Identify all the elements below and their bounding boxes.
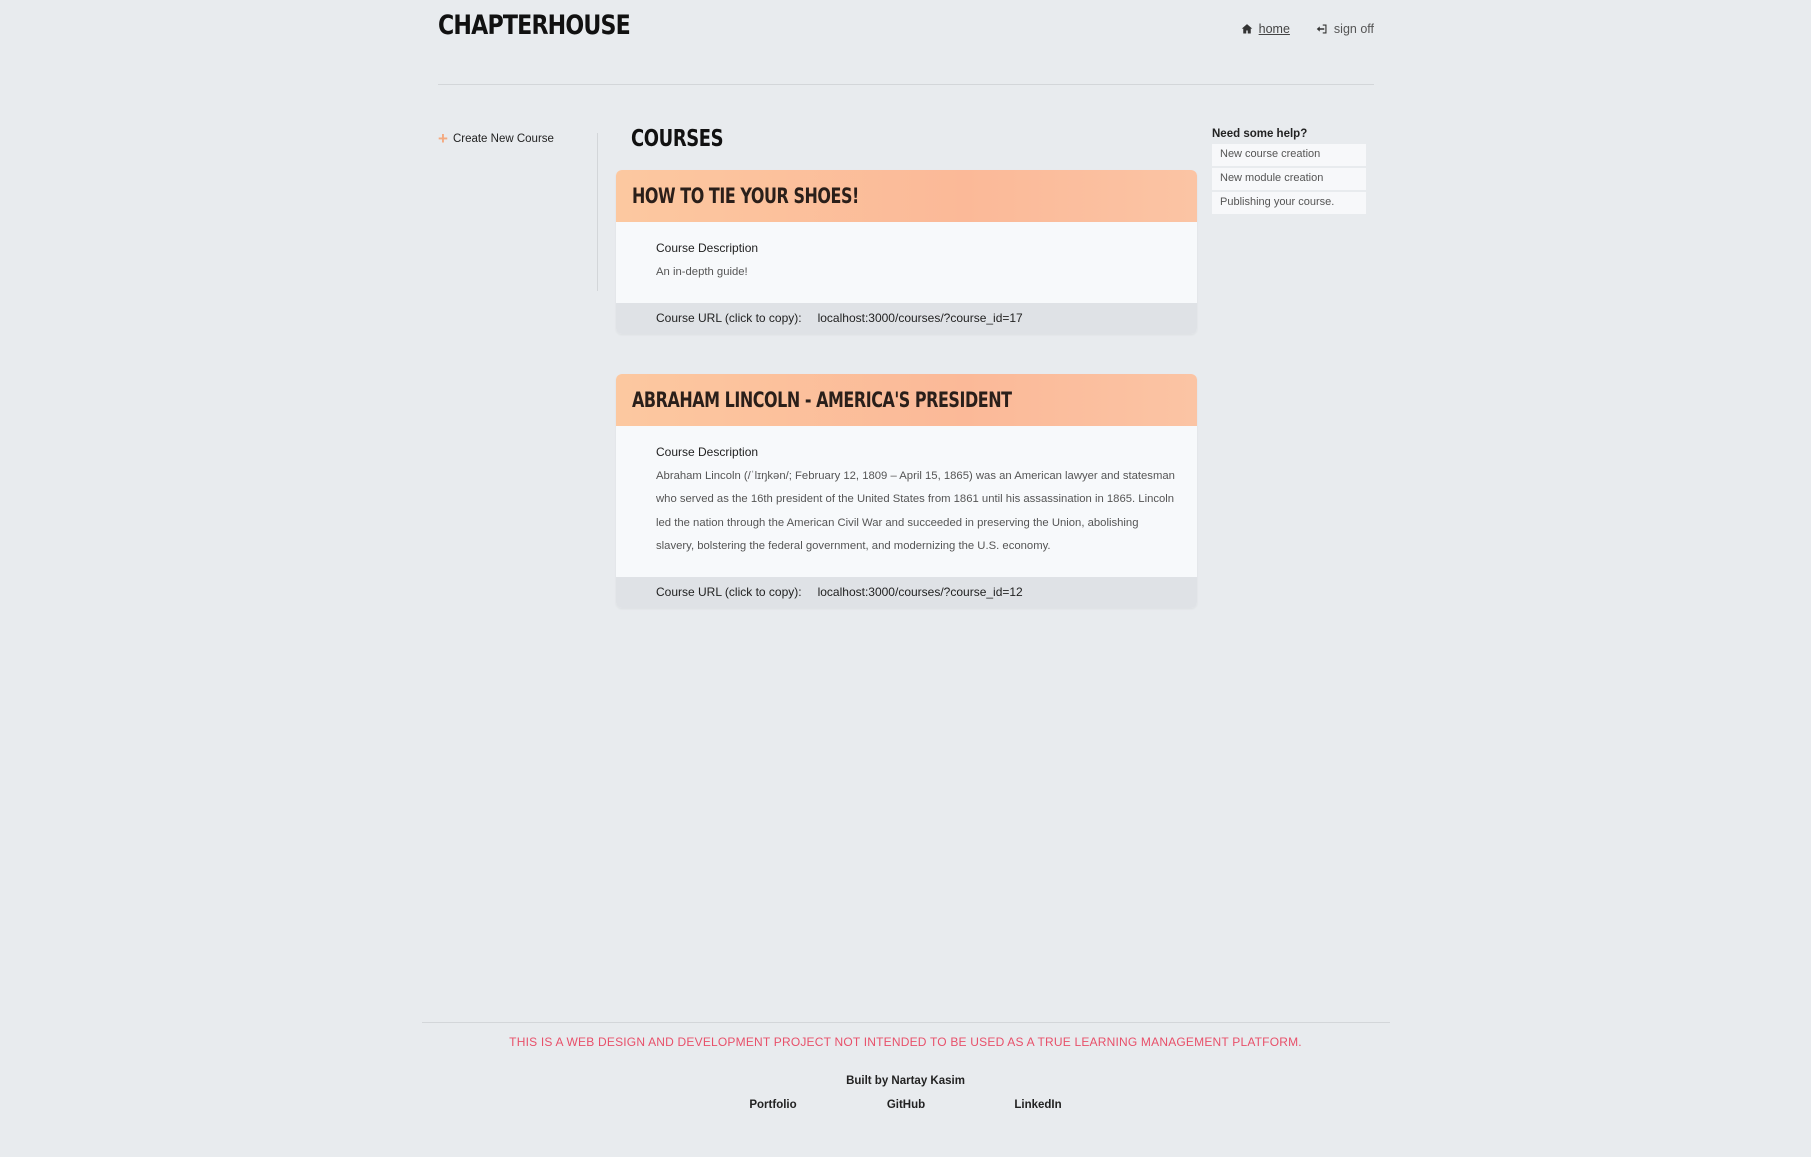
course-card-footer: Course URL (click to copy): localhost:30… [616, 302, 1197, 334]
sign-off-label: sign off [1333, 22, 1374, 36]
footer-disclaimer: THIS IS A WEB DESIGN AND DEVELOPMENT PRO… [509, 1035, 1302, 1049]
footer-link-portfolio[interactable]: Portfolio [749, 1099, 796, 1111]
top-nav: home sign off [1241, 22, 1374, 36]
course-card-body: Course Description Abraham Lincoln (/ˈlɪ… [616, 425, 1197, 577]
home-link[interactable]: home [1241, 22, 1290, 36]
course-description: An in-depth guide! [656, 266, 748, 278]
help-title: Need some help? [1212, 128, 1308, 140]
footer-link-linkedin[interactable]: LinkedIn [1014, 1099, 1061, 1111]
sign-off-link[interactable]: sign off [1316, 22, 1374, 36]
home-icon [1241, 24, 1252, 34]
page-title: COURSES [631, 126, 724, 152]
footer-link-github[interactable]: GitHub [887, 1099, 925, 1111]
course-card-footer: Course URL (click to copy): localhost:30… [616, 576, 1197, 608]
help-item-new-course[interactable]: New course creation [1212, 144, 1366, 166]
course-url-label: Course URL (click to copy): [656, 585, 802, 599]
main-content: COURSES How to tie your shoes! Course De… [616, 126, 1197, 608]
course-card-body: Course Description An in-depth guide! [616, 222, 1197, 303]
create-new-course-label: Create New Course [452, 133, 554, 145]
course-card-header[interactable]: Abraham Lincoln - America's President [616, 373, 1197, 426]
sign-off-icon [1316, 24, 1327, 34]
app-logo[interactable]: CHAPTERHOUSE [438, 10, 631, 41]
footer-divider [422, 1022, 1390, 1023]
plus-icon: + [438, 129, 448, 148]
course-card-header[interactable]: How to tie your shoes! [616, 170, 1197, 222]
course-url[interactable]: localhost:3000/courses/?course_id=12 [818, 585, 1023, 599]
course-description-label: Course Description [656, 444, 759, 459]
course-url-label: Course URL (click to copy): [656, 311, 802, 325]
left-sidebar: + Create New Course [438, 129, 598, 291]
header: CHAPTERHOUSE home sign off [438, 0, 1374, 85]
course-title: Abraham Lincoln - America's President [632, 387, 1012, 412]
help-panel: Need some help? New course creation New … [1212, 128, 1366, 216]
help-item-publishing[interactable]: Publishing your course. [1212, 192, 1366, 214]
course-description: Abraham Lincoln (/ˈlɪŋkən/; February 12,… [656, 469, 1175, 553]
course-card: How to tie your shoes! Course Descriptio… [616, 170, 1197, 334]
footer-built-by: Built by Nartay Kasim [846, 1075, 965, 1087]
course-title: How to tie your shoes! [632, 184, 859, 208]
create-new-course-button[interactable]: + Create New Course [438, 129, 597, 148]
home-link-label: home [1258, 22, 1290, 36]
help-item-new-module[interactable]: New module creation [1212, 168, 1366, 190]
course-card: Abraham Lincoln - America's President Co… [616, 373, 1197, 608]
course-description-label: Course Description [656, 241, 759, 255]
course-url[interactable]: localhost:3000/courses/?course_id=17 [818, 311, 1023, 325]
